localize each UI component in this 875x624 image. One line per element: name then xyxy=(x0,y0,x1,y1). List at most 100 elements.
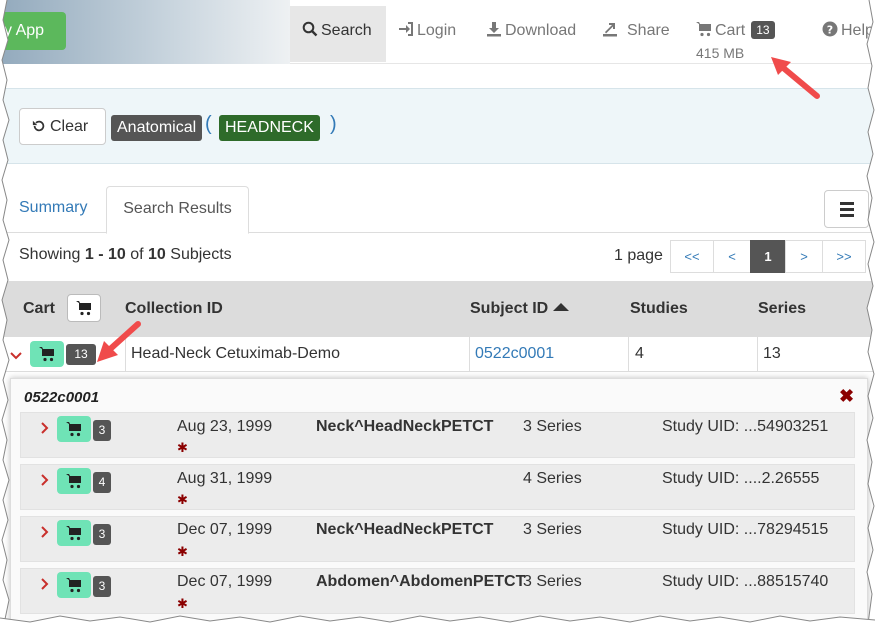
column-divider xyxy=(628,337,629,372)
range-start: 1 xyxy=(84,246,94,263)
study-date: Dec 07, 1999 xyxy=(177,573,273,590)
of-label: of xyxy=(130,246,144,263)
total-count: 10 xyxy=(148,246,166,263)
col-subject-id[interactable]: Subject ID xyxy=(470,281,570,337)
add-study-to-cart-button[interactable] xyxy=(57,572,91,598)
study-series-count: 3 Series xyxy=(523,573,582,590)
study-description: Abdomen^AbdomenPETCT xyxy=(316,573,526,590)
column-menu-button[interactable] xyxy=(824,190,869,228)
results-count: Showing 1 - 10 of 10 Subjects xyxy=(19,246,232,264)
page-prev-button[interactable]: < xyxy=(713,240,751,273)
col-series[interactable]: Series xyxy=(758,281,806,337)
nav-help-label: Help xyxy=(841,22,874,39)
cart-icon xyxy=(66,578,81,593)
series-count-cell: 13 xyxy=(763,345,781,362)
subject-id-link[interactable]: 0522c0001 xyxy=(475,337,554,372)
menu-icon-bar xyxy=(840,202,854,205)
chevron-down-icon[interactable] xyxy=(10,351,22,361)
nav-search-label: Search xyxy=(321,22,372,39)
svg-text:?: ? xyxy=(827,24,833,37)
top-navbar: y App Search Login Download Share Cart 13… xyxy=(0,0,875,64)
showing-prefix: Showing xyxy=(19,246,81,263)
filter-bar: Clear Anatomical ( HEADNECK ) xyxy=(0,88,875,164)
asterisk-icon: ✱ xyxy=(177,544,188,559)
menu-icon-bar xyxy=(840,208,854,211)
chevron-right-icon[interactable] xyxy=(40,421,50,435)
study-description: Neck^HeadNeckPETCT xyxy=(316,418,494,435)
col-cart: Cart xyxy=(23,300,56,317)
study-date: Aug 23, 1999 xyxy=(177,418,273,435)
nav-download-label: Download xyxy=(505,22,577,39)
add-study-to-cart-button[interactable] xyxy=(57,520,91,546)
page-next-button[interactable]: > xyxy=(785,240,823,273)
cart-count-badge: 13 xyxy=(751,21,775,39)
col-subject-id-label: Subject ID xyxy=(470,300,549,317)
search-icon xyxy=(302,21,318,37)
tab-search-results[interactable]: Search Results xyxy=(106,186,249,234)
page-count: 1 page xyxy=(614,247,663,264)
nav-share-label: Share xyxy=(627,22,670,39)
asterisk-icon: ✱ xyxy=(177,596,188,611)
download-icon xyxy=(487,22,501,37)
nav-download[interactable]: Download xyxy=(486,6,576,62)
nav-share[interactable]: Share xyxy=(602,6,670,62)
filter-open-paren: ( xyxy=(205,113,212,135)
study-date: Aug 31, 1999 xyxy=(177,470,273,487)
study-cart-count-badge: 4 xyxy=(93,472,111,493)
nav-help[interactable]: ? Help xyxy=(822,6,874,62)
nav-login-label: Login xyxy=(417,22,457,39)
nav-cart-label: Cart xyxy=(715,22,746,39)
page-1-button[interactable]: 1 xyxy=(750,240,786,273)
pagination: << < 1 > >> xyxy=(670,240,866,273)
study-cart-count-badge: 3 xyxy=(93,576,111,597)
study-cart-count-badge: 3 xyxy=(93,420,111,441)
study-uid: Study UID: ...88515740 xyxy=(662,573,829,590)
tab-summary[interactable]: Summary xyxy=(19,186,87,233)
study-uid: Study UID: ....2.26555 xyxy=(662,470,820,487)
study-uid: Study UID: ...54903251 xyxy=(662,418,829,435)
cart-size: 415 MB xyxy=(696,45,745,61)
study-series-count: 4 Series xyxy=(523,470,582,487)
close-icon[interactable]: ✖ xyxy=(839,386,854,407)
study-series-count: 3 Series xyxy=(523,521,582,538)
annotation-arrow-row-cart xyxy=(97,321,141,362)
page-first-button[interactable]: << xyxy=(670,240,714,273)
asterisk-icon: ✱ xyxy=(177,440,188,455)
add-subject-to-cart-button[interactable] xyxy=(30,341,64,367)
clear-filters-button[interactable]: Clear xyxy=(19,108,106,145)
app-button[interactable]: y App xyxy=(0,12,66,50)
page-last-button[interactable]: >> xyxy=(822,240,866,273)
filter-close-paren: ) xyxy=(330,113,337,135)
cart-icon xyxy=(39,347,54,362)
chevron-right-icon[interactable] xyxy=(40,577,50,591)
add-study-to-cart-button[interactable] xyxy=(57,468,91,494)
login-icon xyxy=(399,22,413,36)
chevron-right-icon[interactable] xyxy=(40,473,50,487)
study-series-count: 3 Series xyxy=(523,418,582,435)
col-studies[interactable]: Studies xyxy=(630,281,688,337)
undo-icon xyxy=(32,120,45,132)
cart-icon xyxy=(76,301,91,316)
cart-icon xyxy=(66,422,81,437)
filter-value-tag[interactable]: HEADNECK xyxy=(219,115,320,141)
clear-label: Clear xyxy=(50,118,89,135)
chevron-right-icon[interactable] xyxy=(40,525,50,539)
study-description: Neck^HeadNeckPETCT xyxy=(316,521,494,538)
study-cart-count-badge: 3 xyxy=(93,524,111,545)
add-study-to-cart-button[interactable] xyxy=(57,416,91,442)
cart-icon xyxy=(66,526,81,541)
study-date: Dec 07, 1999 xyxy=(177,521,273,538)
sort-ascending-icon xyxy=(553,303,570,311)
column-divider xyxy=(757,337,758,372)
annotation-arrow-cart xyxy=(771,57,820,99)
studies-count-cell: 4 xyxy=(635,345,644,362)
nav-login[interactable]: Login xyxy=(398,6,456,62)
count-unit: Subjects xyxy=(170,246,232,263)
share-icon xyxy=(603,23,617,37)
collection-id-cell: Head-Neck Cetuximab-Demo xyxy=(131,345,340,362)
nav-search[interactable]: Search xyxy=(290,6,386,62)
range-sep: - xyxy=(98,246,104,263)
study-uid: Study UID: ...78294515 xyxy=(662,521,829,538)
tab-bar: Summary Search Results xyxy=(0,186,875,234)
column-divider xyxy=(469,337,470,372)
